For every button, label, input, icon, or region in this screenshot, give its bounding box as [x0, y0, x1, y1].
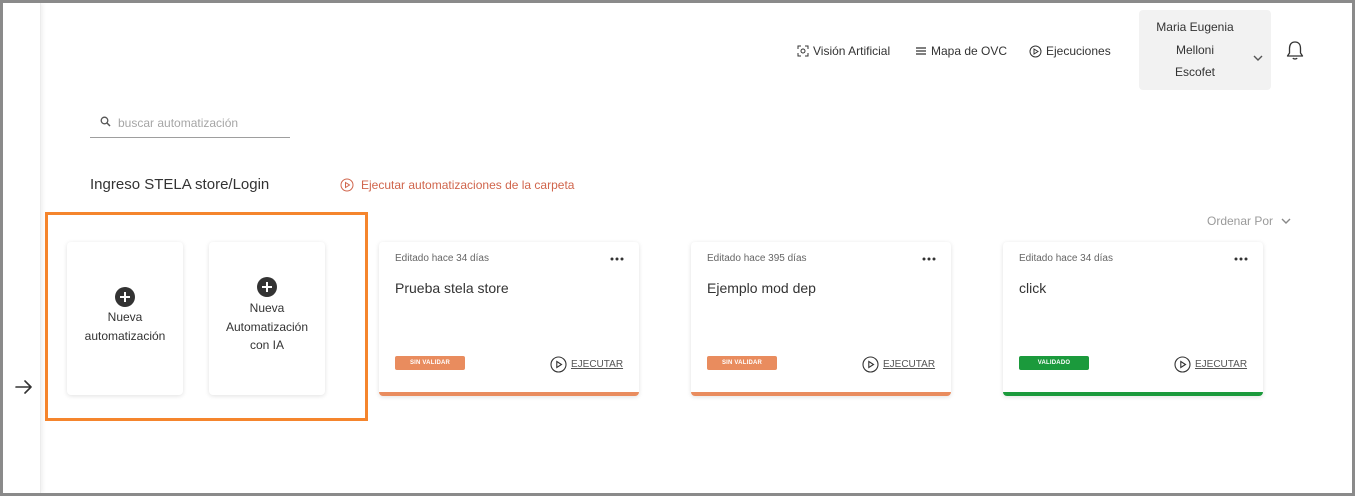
edited-time: Editado hace 34 días — [1019, 253, 1113, 264]
execute-button[interactable]: EJECUTAR — [550, 356, 623, 373]
play-circle-icon — [1029, 45, 1042, 57]
more-options-icon[interactable] — [921, 252, 937, 266]
expand-arrow-icon[interactable] — [13, 376, 35, 398]
nav-label: Visión Artificial — [813, 44, 891, 58]
plus-circle-icon — [257, 277, 277, 297]
bell-icon[interactable] — [1285, 40, 1305, 61]
status-bar — [691, 392, 951, 396]
search-icon — [100, 116, 111, 127]
plus-circle-icon — [115, 287, 135, 307]
sort-label: Ordenar Por — [1207, 214, 1274, 228]
automation-name[interactable]: Prueba stela store — [395, 280, 509, 296]
execute-label: EJECUTAR — [883, 359, 936, 370]
new-ai-automation-label: Nueva Automatización con IA — [225, 301, 309, 352]
new-ai-automation-card[interactable]: Nueva Automatización con IA — [209, 242, 325, 395]
more-options-icon[interactable] — [1233, 252, 1249, 266]
folder-title: Ingreso STELA store/Login — [90, 176, 270, 193]
play-circle-icon — [550, 356, 567, 373]
vision-icon — [797, 45, 809, 57]
status-bar — [379, 392, 639, 396]
edited-time: Editado hace 34 días — [395, 253, 489, 264]
user-menu[interactable]: Maria Eugenia Melloni Escofet — [1139, 10, 1271, 90]
search-input[interactable] — [118, 112, 288, 134]
run-folder-label: Ejecutar automatizaciones de la carpeta — [361, 178, 575, 192]
execute-button[interactable]: EJECUTAR — [862, 356, 935, 373]
play-circle-icon — [1174, 356, 1191, 373]
status-badge: SIN VALIDAR — [395, 356, 465, 370]
edited-time: Editado hace 395 días — [707, 253, 807, 264]
nav-vision-artificial[interactable]: Visión Artificial — [797, 42, 890, 60]
search-box — [90, 110, 290, 138]
automation-card[interactable]: Editado hace 395 días Ejemplo mod dep SI… — [691, 242, 951, 396]
automation-card[interactable]: Editado hace 34 días Prueba stela store … — [379, 242, 639, 396]
run-folder-automations-link[interactable]: Ejecutar automatizaciones de la carpeta — [340, 178, 574, 192]
status-badge: SIN VALIDAR — [707, 356, 777, 370]
automation-card[interactable]: Editado hace 34 días click VALIDADO EJEC… — [1003, 242, 1263, 396]
sort-by-dropdown[interactable]: Ordenar Por — [1207, 214, 1291, 228]
automation-name[interactable]: Ejemplo mod dep — [707, 280, 816, 296]
left-rail — [3, 3, 41, 493]
new-automation-card[interactable]: Nueva automatización — [67, 242, 183, 395]
execute-label: EJECUTAR — [1195, 359, 1248, 370]
play-circle-icon — [340, 178, 354, 192]
chevron-down-icon — [1281, 218, 1291, 224]
automation-name[interactable]: click — [1019, 280, 1046, 296]
execute-label: EJECUTAR — [571, 359, 624, 370]
nav-label: Mapa de OVC — [931, 44, 1008, 58]
status-badge: VALIDADO — [1019, 356, 1089, 370]
more-options-icon[interactable] — [609, 252, 625, 266]
play-circle-icon — [862, 356, 879, 373]
status-bar — [1003, 392, 1263, 396]
menu-lines-icon — [916, 47, 926, 55]
nav-ejecuciones[interactable]: Ejecuciones — [1029, 42, 1111, 60]
execute-button[interactable]: EJECUTAR — [1174, 356, 1247, 373]
user-name: Maria Eugenia Melloni Escofet — [1156, 20, 1234, 79]
chevron-down-icon — [1253, 55, 1263, 61]
nav-mapa-ovc[interactable]: Mapa de OVC — [915, 42, 1007, 60]
new-automation-label: Nueva automatización — [84, 310, 166, 343]
nav-label: Ejecuciones — [1046, 44, 1111, 58]
